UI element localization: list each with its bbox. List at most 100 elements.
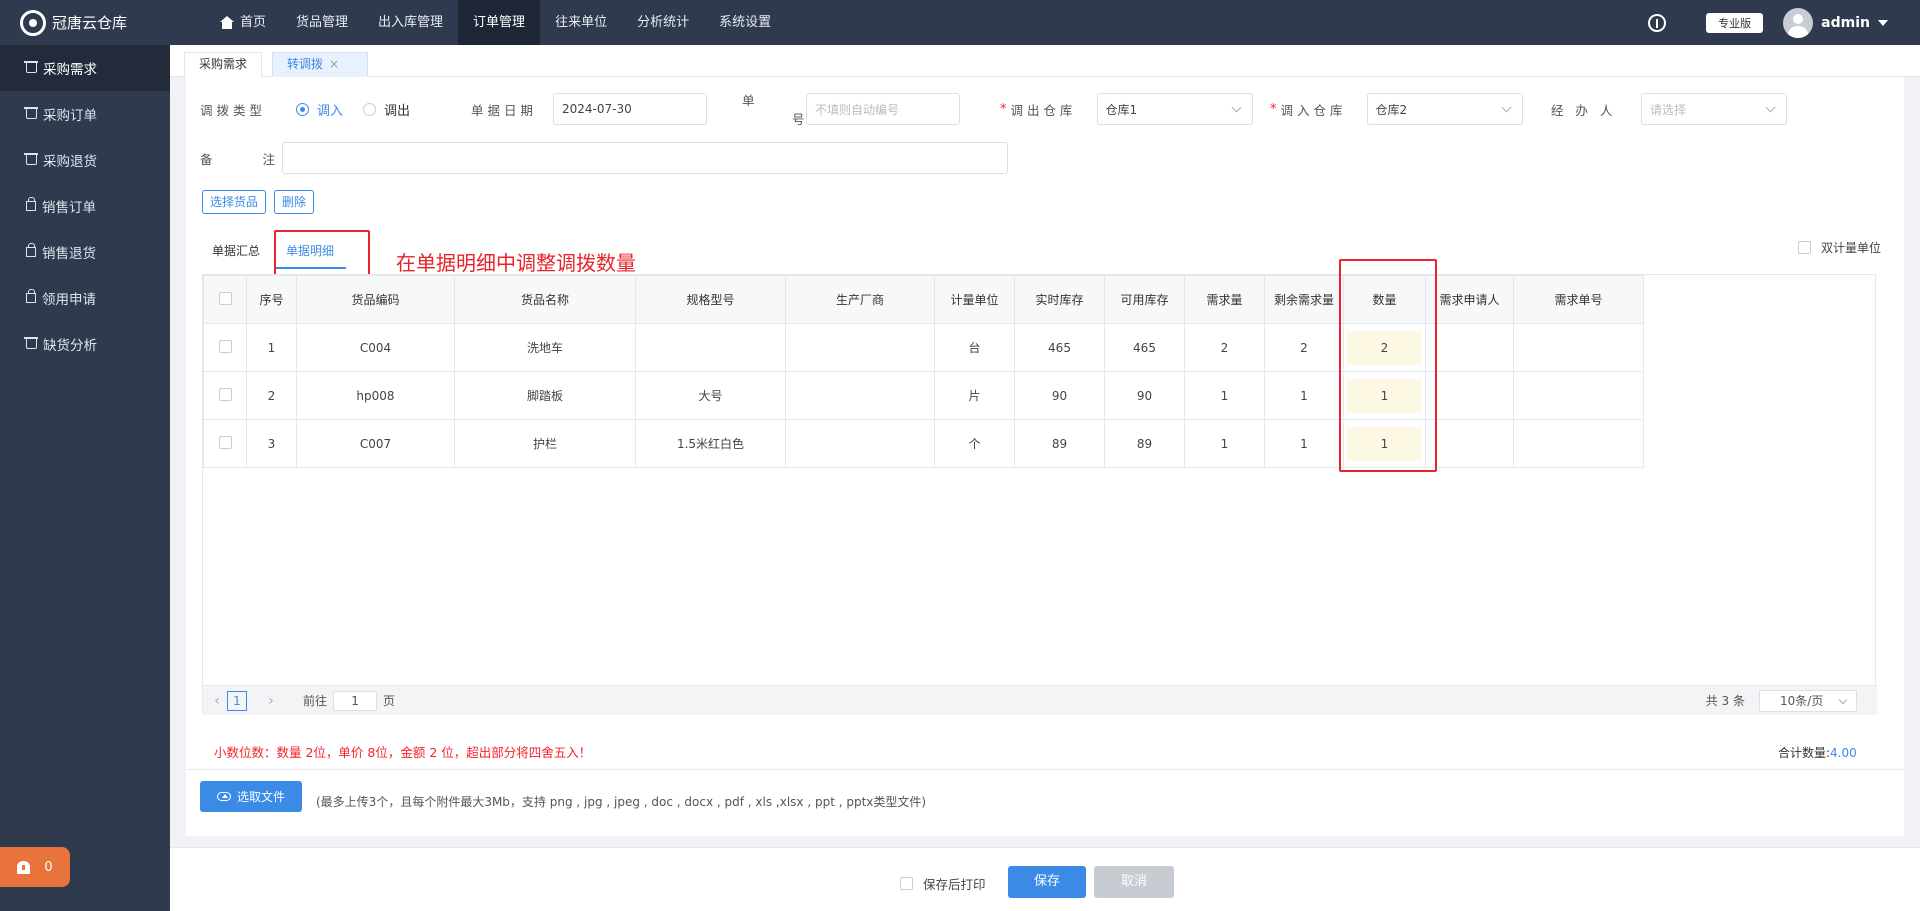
chevron-down-icon[interactable] bbox=[1878, 19, 1888, 26]
decimal-notice: 小数位数：数量 2位，单价 8位，金额 2 位，超出部分将四舍五入！ bbox=[214, 745, 592, 760]
radio-transfer-in[interactable] bbox=[296, 102, 309, 116]
save-button[interactable]: 保存 bbox=[1008, 866, 1086, 898]
date-field[interactable]: 2024-07-30 bbox=[553, 93, 707, 125]
sidebar-item-shortage-analysis[interactable]: 缺货分析 bbox=[0, 321, 170, 367]
highlight-box-detail-tab bbox=[274, 230, 370, 279]
total-quantity: 合计数量:4.00 bbox=[1778, 746, 1857, 760]
nav-settings[interactable]: 系统设置 bbox=[704, 0, 786, 45]
row-checkbox-cell bbox=[203, 371, 247, 420]
print-after-save-checkbox[interactable] bbox=[900, 877, 913, 890]
row-checkbox[interactable] bbox=[218, 387, 232, 401]
highlight-box-quantity-column bbox=[1339, 259, 1437, 472]
nav-orders[interactable]: 订单管理 bbox=[458, 0, 541, 45]
cell-code: C004 bbox=[296, 323, 455, 372]
tab-bar: 采购需求 转调拨 × bbox=[170, 45, 1920, 77]
cell-remaining: 1 bbox=[1264, 419, 1344, 468]
select-file-button[interactable]: 选取文件 bbox=[200, 781, 302, 812]
cart-icon bbox=[24, 61, 38, 73]
select-goods-button[interactable]: 选择货品 bbox=[202, 190, 267, 214]
transfer-in-label: 调入 bbox=[317, 103, 344, 119]
avatar[interactable] bbox=[1783, 7, 1814, 38]
sidebar-item-sales-order[interactable]: 销售订单 bbox=[0, 183, 170, 229]
chevron-down-icon bbox=[1765, 102, 1776, 113]
nav-home[interactable]: 首页 bbox=[205, 0, 281, 45]
nav-inout[interactable]: 出入库管理 bbox=[363, 0, 458, 45]
cell-spec bbox=[635, 323, 786, 372]
dual-unit-option[interactable]: 双计量单位 bbox=[1798, 239, 1881, 256]
tab-purchase-demand[interactable]: 采购需求 bbox=[184, 52, 263, 77]
bag-icon bbox=[26, 197, 36, 211]
tab-summary[interactable]: 单据汇总 bbox=[200, 239, 272, 269]
top-bar: 冠唐云仓库 首页 货品管理 出入库管理 订单管理 往来单位 分析统计 系统设置 … bbox=[0, 0, 1920, 45]
close-icon[interactable]: × bbox=[329, 57, 339, 71]
cell-demand: 1 bbox=[1184, 371, 1265, 420]
select-all-checkbox[interactable] bbox=[218, 291, 232, 305]
tab-transfer[interactable]: 转调拨 × bbox=[272, 52, 368, 77]
out-warehouse-select[interactable]: 仓库1 bbox=[1096, 93, 1253, 125]
tips-icon[interactable] bbox=[1648, 13, 1667, 32]
remark-label: 备注 bbox=[200, 151, 276, 167]
cell-no: 1 bbox=[246, 323, 297, 372]
cell-available: 90 bbox=[1104, 371, 1185, 420]
user-name[interactable]: admin bbox=[1821, 15, 1870, 31]
header-stock: 实时库存 bbox=[1014, 275, 1105, 324]
footer-bar: 保存后打印 保存 取消 bbox=[170, 847, 1920, 911]
cancel-button[interactable]: 取消 bbox=[1094, 866, 1174, 898]
sidebar-item-requisition[interactable]: 领用申请 bbox=[0, 275, 170, 321]
in-warehouse-label: 调 入 仓 库 bbox=[1280, 102, 1343, 118]
page-suffix: 页 bbox=[383, 694, 396, 708]
nav-partners[interactable]: 往来单位 bbox=[540, 0, 622, 45]
header-spec: 规格型号 bbox=[635, 275, 786, 324]
app-logo[interactable]: 冠唐云仓库 bbox=[20, 8, 127, 37]
cell-demand: 2 bbox=[1184, 323, 1265, 372]
dual-unit-checkbox[interactable] bbox=[1798, 241, 1811, 254]
in-warehouse-select[interactable]: 仓库2 bbox=[1366, 93, 1523, 125]
main-nav: 首页 货品管理 出入库管理 订单管理 往来单位 分析统计 系统设置 bbox=[205, 0, 786, 45]
date-label: 单 据 日 期 bbox=[471, 102, 533, 118]
page-number[interactable]: 1 bbox=[227, 690, 247, 711]
cell-unit: 片 bbox=[934, 371, 1015, 420]
cell-unit: 台 bbox=[934, 323, 1015, 372]
cell-stock: 90 bbox=[1014, 371, 1105, 420]
page-size-select[interactable]: 10条/页 bbox=[1759, 689, 1857, 712]
prev-page-icon[interactable]: ‹ bbox=[207, 693, 227, 709]
alarm-button[interactable]: 0 bbox=[0, 847, 70, 887]
remark-field[interactable] bbox=[282, 142, 1008, 174]
header-name: 货品名称 bbox=[454, 275, 636, 324]
cart-icon bbox=[24, 153, 38, 165]
cell-available: 89 bbox=[1104, 419, 1185, 468]
row-checkbox[interactable] bbox=[218, 339, 232, 353]
sidebar-item-purchase-return[interactable]: 采购退货 bbox=[0, 137, 170, 183]
goto-page-input[interactable]: 1 bbox=[333, 690, 378, 711]
cell-no: 3 bbox=[246, 419, 297, 468]
sidebar-item-purchase-order[interactable]: 采购订单 bbox=[0, 91, 170, 137]
cell-available: 465 bbox=[1104, 323, 1185, 372]
divider bbox=[186, 769, 1904, 770]
cell-maker bbox=[785, 323, 935, 372]
header-no: 序号 bbox=[246, 275, 297, 324]
total-count: 共 3 条 bbox=[1705, 694, 1745, 708]
cell-maker bbox=[785, 419, 935, 468]
header-demand: 需求量 bbox=[1184, 275, 1265, 324]
print-after-save-option[interactable]: 保存后打印 bbox=[900, 874, 986, 893]
number-field[interactable]: 不填则自动编号 bbox=[806, 93, 960, 125]
header-code: 货品编码 bbox=[296, 275, 455, 324]
delete-button[interactable]: 删除 bbox=[274, 190, 315, 214]
cell-maker bbox=[785, 371, 935, 420]
detail-table: 序号 货品编码 货品名称 规格型号 生产厂商 计量单位 实时库存 可用库存 需求… bbox=[202, 274, 1877, 715]
handler-select[interactable]: 请选择 bbox=[1641, 93, 1787, 125]
cell-remaining: 2 bbox=[1264, 323, 1344, 372]
sidebar-item-sales-return[interactable]: 销售退货 bbox=[0, 229, 170, 275]
nav-goods[interactable]: 货品管理 bbox=[281, 0, 363, 45]
bag-icon bbox=[26, 243, 36, 257]
nav-analytics[interactable]: 分析统计 bbox=[622, 0, 704, 45]
radio-transfer-out[interactable] bbox=[363, 102, 377, 116]
next-page-icon[interactable]: › bbox=[261, 693, 281, 709]
sidebar-item-purchase-demand[interactable]: 采购需求 bbox=[0, 45, 170, 91]
row-checkbox[interactable] bbox=[218, 435, 232, 449]
cell-unit: 个 bbox=[934, 419, 1015, 468]
handler-label: 经 办 人 bbox=[1551, 102, 1613, 118]
header-checkbox-cell bbox=[203, 275, 247, 324]
cell-stock: 465 bbox=[1014, 323, 1105, 372]
cell-name: 洗地车 bbox=[454, 323, 636, 372]
